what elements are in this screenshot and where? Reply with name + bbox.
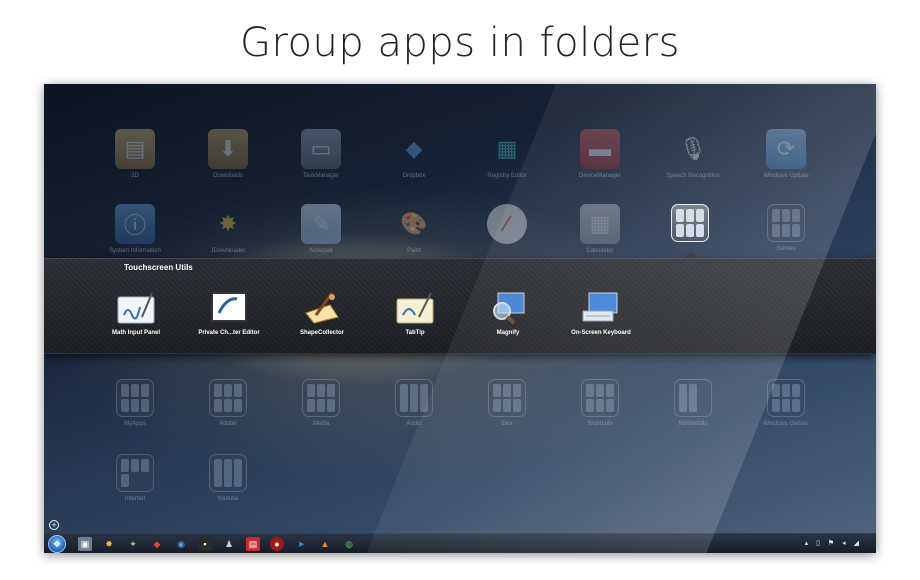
app-system-information[interactable]: ⓘ System Information [85, 204, 185, 254]
registry-icon: ▦ [496, 136, 518, 161]
jdownloader-icon[interactable]: ✸ [102, 537, 116, 551]
folder-app-on-screen-keyboard[interactable]: On-Screen Keyboard [551, 290, 651, 336]
palette-icon: 🎨 [400, 211, 428, 236]
adobe-folder-icon [209, 379, 247, 417]
folder-audio[interactable]: Audio [364, 379, 464, 427]
app-devicemanager[interactable]: ▬ DeviceManager [550, 129, 650, 179]
folder-app-shapecollector[interactable]: ShapeCollector [272, 290, 372, 336]
app-games-folder[interactable]: Games [736, 204, 836, 252]
folder-icon: ▤ [115, 129, 155, 169]
app-speech-recognition[interactable]: 🎙 Speech Recognition [643, 129, 743, 179]
folder-shortcuts[interactable]: Shortcuts [550, 379, 650, 427]
penguin-icon[interactable]: ♟ [222, 537, 236, 551]
app-windows-update[interactable]: ⟳ Windows Update [736, 129, 836, 179]
folder-panel: Touchscreen Utils Math Input Panel Priva… [44, 258, 876, 354]
document-red-icon[interactable]: ▤ [246, 537, 260, 551]
touchscreen-utils-folder-icon[interactable] [671, 204, 709, 242]
media-icon[interactable]: ▪ [198, 537, 212, 551]
folder-internet[interactable]: Internet [85, 454, 185, 502]
games-folder-icon [767, 204, 805, 242]
app-notepad[interactable]: ✎ Notepad [271, 204, 371, 254]
folder-app-tabtip[interactable]: TabTip [365, 290, 465, 336]
picture-icon[interactable]: ▣ [78, 537, 92, 551]
folder-dev[interactable]: Dev [457, 379, 557, 427]
audio-folder-icon [395, 379, 433, 417]
launchpad-screen: ▤ 3D ⬇ Downloads ▭ TaskManager ◆ Dropbox… [44, 84, 876, 553]
notepad-icon: ✎ [301, 204, 341, 244]
shortcuts-folder-icon [581, 379, 619, 417]
chrome-icon[interactable]: ◍ [342, 537, 356, 551]
folder-nonmetals[interactable]: Nonmetals [643, 379, 743, 427]
app-3d[interactable]: ▤ 3D [85, 129, 185, 179]
folder-title[interactable]: Touchscreen Utils [124, 263, 193, 272]
headline: Group apps in folders [240, 20, 680, 66]
app-paint[interactable]: 🎨 Paint [364, 204, 464, 254]
record-icon[interactable]: ● [270, 537, 284, 551]
math-input-icon [116, 290, 156, 326]
add-icon[interactable]: + [49, 520, 59, 530]
launchpad-icon[interactable]: ✦ [126, 537, 140, 551]
private-character-editor-icon [209, 290, 249, 326]
jdownloader-icon: ✸ [218, 211, 238, 236]
dropbox-icon: ◆ [405, 136, 423, 161]
keyboard-icon [581, 290, 621, 326]
rocket-icon[interactable]: ◆ [150, 537, 164, 551]
app-taskmanager[interactable]: ▭ TaskManager [271, 129, 371, 179]
folder-app-private-character-editor[interactable]: Private Ch...ter Editor [179, 290, 279, 336]
app-jdownloader[interactable]: ✸ JDownloader [178, 204, 278, 254]
monitor-icon: ▭ [301, 129, 341, 169]
arrow-icon[interactable]: ➤ [294, 537, 308, 551]
taskbar: ❖ ▣ ✸ ✦ ◆ ◉ ▪ ♟ ▤ ● ➤ ▲ ◍ ▴ ▯ ⚑ ◂ ◢ [44, 533, 876, 553]
system-tray[interactable]: ▴ ▯ ⚑ ◂ ◢ [805, 539, 862, 547]
myapps-folder-icon [116, 379, 154, 417]
app-drawing[interactable]: ∕ [457, 204, 557, 248]
internet-folder-icon [116, 454, 154, 492]
system-info-icon: ⓘ [115, 204, 155, 244]
microphone-icon: 🎙 [679, 136, 707, 161]
dev-folder-icon [488, 379, 526, 417]
shape-collector-icon [302, 290, 342, 326]
windows-update-icon: ⟳ [766, 129, 806, 169]
media-folder-icon [302, 379, 340, 417]
windows-games-folder-icon [767, 379, 805, 417]
app-downloads[interactable]: ⬇ Downloads [178, 129, 278, 179]
app-dropbox[interactable]: ◆ Dropbox [364, 129, 464, 179]
start-button[interactable]: ❖ [48, 535, 66, 553]
drawing-icon: ∕ [487, 204, 527, 244]
folder-media[interactable]: Media [271, 379, 371, 427]
app-calculator[interactable]: ▦ Calculator [550, 204, 650, 254]
folder-myapps[interactable]: MyApps [85, 379, 185, 427]
magnifier-icon [488, 290, 528, 326]
tabtip-icon [395, 290, 435, 326]
nonmetals-folder-icon [674, 379, 712, 417]
folder-youtube[interactable]: Youtube [178, 454, 278, 502]
vlc-icon[interactable]: ▲ [318, 537, 332, 551]
folder-adobe[interactable]: Adobe [178, 379, 278, 427]
app-registry-editor[interactable]: ▦ Registry Editor [457, 129, 557, 179]
download-folder-icon: ⬇ [208, 129, 248, 169]
calculator-icon: ▦ [580, 204, 620, 244]
folder-app-magnify[interactable]: Magnify [458, 290, 558, 336]
toolbox-icon: ▬ [580, 129, 620, 169]
folder-app-math-input-panel[interactable]: Math Input Panel [86, 290, 186, 336]
browser-globe-icon[interactable]: ◉ [174, 537, 188, 551]
folder-windows-games[interactable]: Windows Games [736, 379, 836, 427]
youtube-folder-icon [209, 454, 247, 492]
